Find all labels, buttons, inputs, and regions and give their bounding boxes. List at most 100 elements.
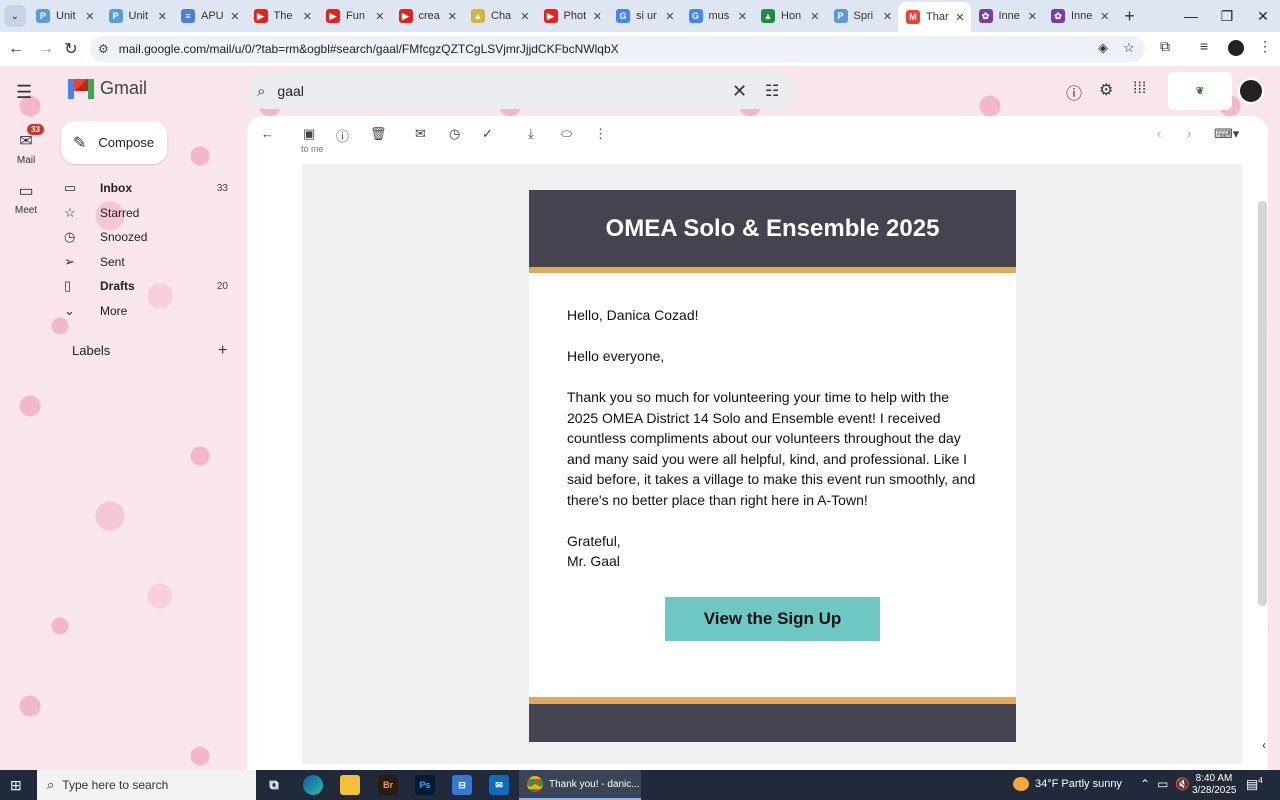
browser-tab[interactable]: M Thar ✕ xyxy=(898,2,971,32)
tab-close-icon[interactable]: ✕ xyxy=(158,10,167,23)
settings-gear-icon[interactable]: ⚙ xyxy=(1099,80,1113,100)
volume-muted-icon[interactable]: 🔇 xyxy=(1175,777,1190,791)
nav-item-starred[interactable]: ☆ Starred xyxy=(64,201,240,225)
browser-tab[interactable]: Gsi ur ✕ xyxy=(608,0,681,32)
notification-center-icon[interactable]: ▤4 xyxy=(1246,776,1263,792)
new-tab-button[interactable]: + xyxy=(1116,0,1144,32)
browser-tab[interactable]: ▶ The ✕ xyxy=(246,0,319,32)
tab-close-icon[interactable]: ✕ xyxy=(85,10,94,23)
view-sign-up-button[interactable]: View the Sign Up xyxy=(665,597,880,641)
clear-search-icon[interactable]: ✕ xyxy=(732,81,747,102)
tab-close-icon[interactable]: ✕ xyxy=(375,10,384,23)
tab-close-icon[interactable]: ✕ xyxy=(738,10,747,23)
browser-tab[interactable]: ▶ Phot ✕ xyxy=(536,0,609,32)
browser-tab[interactable]: ▶ Fun ✕ xyxy=(318,0,391,32)
nav-item-snoozed[interactable]: ◷ Snoozed xyxy=(64,225,240,249)
scrollbar-thumb[interactable] xyxy=(1258,201,1267,606)
file-explorer-icon[interactable] xyxy=(340,775,360,795)
tab-close-icon[interactable]: ✕ xyxy=(593,10,602,23)
task-view-icon[interactable]: ⧉ xyxy=(264,775,284,795)
site-info-icon[interactable]: ⚙ xyxy=(98,42,109,56)
tab-close-icon[interactable]: ✕ xyxy=(520,10,529,23)
taskbar-search[interactable]: ⌕ Type here to search xyxy=(37,770,256,800)
report-spam-icon[interactable]: ⓘ xyxy=(336,126,349,145)
bridge-icon[interactable]: Br xyxy=(378,775,398,795)
back-arrow-icon[interactable]: ← xyxy=(261,126,274,141)
address-bar[interactable]: ⚙ mail.google.com/mail/u/0/?tab=rm&ogbl#… xyxy=(90,36,1145,62)
system-clock[interactable]: 8:40 AM 3/28/2025 xyxy=(1192,773,1237,797)
tab-close-icon[interactable]: ✕ xyxy=(665,10,674,23)
more-options-icon[interactable]: ⋮ xyxy=(594,126,607,142)
newer-chevron-icon[interactable]: ‹ xyxy=(1157,126,1161,141)
windows-start-icon[interactable]: ⊞ xyxy=(10,777,22,794)
nav-item-more[interactable]: ⌄ More xyxy=(64,299,240,323)
search-input[interactable]: gaal xyxy=(277,83,303,99)
reload-button[interactable]: ↻ xyxy=(59,37,83,61)
browser-tab[interactable]: ▲ Hon ✕ xyxy=(753,0,826,32)
delete-icon[interactable]: 🗑 xyxy=(370,126,387,142)
photoshop-icon[interactable]: Ps xyxy=(415,775,435,795)
back-button[interactable]: ← xyxy=(4,37,28,61)
browser-tab[interactable]: P Unit ✕ xyxy=(28,0,101,32)
restore-button[interactable]: ❐ xyxy=(1210,0,1244,32)
store-icon[interactable]: ⊟ xyxy=(452,775,472,795)
nav-item-inbox[interactable]: ▭ Inbox 33 xyxy=(64,176,240,200)
tab-close-icon[interactable]: ✕ xyxy=(448,10,457,23)
tab-close-icon[interactable]: ✕ xyxy=(1100,10,1109,23)
mail-app-icon[interactable]: ✉ xyxy=(489,775,509,795)
weather-widget[interactable]: 34°F Partly sunny xyxy=(1013,777,1122,791)
forward-button[interactable]: → xyxy=(34,37,58,61)
tab-close-icon[interactable]: ✕ xyxy=(810,10,819,23)
taskbar-chrome-window[interactable]: Thank you! - danic... xyxy=(519,770,641,800)
side-panel-toggle-icon[interactable]: ‹ xyxy=(1262,738,1266,752)
media-control-icon[interactable]: ≡ xyxy=(1200,38,1208,54)
help-icon[interactable]: ⓘ xyxy=(1066,80,1082,104)
tab-close-icon[interactable]: ✕ xyxy=(955,11,964,24)
profile-icon[interactable] xyxy=(1228,40,1244,56)
rail-mail[interactable]: ✉ Mail xyxy=(0,131,52,166)
browser-tab[interactable]: ≡ APU ✕ xyxy=(173,0,246,32)
search-options-icon[interactable]: ☷ xyxy=(765,81,779,101)
tab-close-icon[interactable]: ✕ xyxy=(303,10,312,23)
archive-icon[interactable]: ▣ xyxy=(303,126,315,142)
browser-tab[interactable]: ✿ Inne ✕ xyxy=(971,0,1044,32)
browser-tab[interactable]: Gmus ✕ xyxy=(681,0,754,32)
add-label-icon[interactable]: + xyxy=(218,342,227,360)
tab-close-icon[interactable]: ✕ xyxy=(1028,10,1037,23)
minimize-button[interactable]: — xyxy=(1174,0,1208,32)
close-window-button[interactable]: ✕ xyxy=(1246,0,1280,32)
move-to-icon[interactable]: ⤓ xyxy=(528,126,534,142)
snooze-icon[interactable]: ◷ xyxy=(449,126,460,142)
add-task-icon[interactable]: ✓ xyxy=(482,126,493,142)
network-icon[interactable]: ▭ xyxy=(1157,777,1168,791)
tray-chevron-icon[interactable]: ⌃ xyxy=(1140,777,1150,791)
label-icon[interactable]: ⬭ xyxy=(561,126,572,142)
browser-tab[interactable]: P Spri ✕ xyxy=(826,0,899,32)
keyboard-input-icon[interactable]: ⌨▾ xyxy=(1214,126,1239,142)
older-chevron-icon[interactable]: › xyxy=(1187,126,1191,141)
kebab-menu-icon[interactable]: ⋮ xyxy=(1258,38,1272,55)
gmail-logo[interactable]: Gmail xyxy=(68,78,147,99)
edge-icon[interactable] xyxy=(303,775,323,795)
extensions-icon[interactable]: ⧉ xyxy=(1160,38,1170,55)
browser-tab[interactable]: ✿ Inne ✕ xyxy=(1043,0,1116,32)
browser-tab[interactable]: P Unit ✕ xyxy=(101,0,174,32)
nav-item-sent[interactable]: ➢ Sent xyxy=(64,250,240,274)
organization-logo[interactable]: ❦ xyxy=(1168,72,1232,110)
compose-button[interactable]: ✎ Compose xyxy=(61,121,167,164)
search-icon[interactable]: ⌕ xyxy=(257,83,265,100)
search-bar[interactable]: ⌕ gaal ✕ ☷ xyxy=(247,73,795,109)
account-avatar[interactable] xyxy=(1238,78,1264,104)
browser-tab[interactable]: ▶ crea ✕ xyxy=(391,0,464,32)
bookmark-star-icon[interactable]: ☆ xyxy=(1123,40,1135,56)
mark-unread-icon[interactable]: ✉ xyxy=(415,126,426,142)
tab-search-button[interactable]: ⌄ xyxy=(4,5,26,27)
tab-close-icon[interactable]: ✕ xyxy=(230,10,239,23)
apps-grid-icon[interactable]: ⁞⁞⁞ xyxy=(1133,80,1146,98)
nav-item-drafts[interactable]: ▯ Drafts 20 xyxy=(64,274,240,298)
tab-close-icon[interactable]: ✕ xyxy=(883,10,892,23)
rail-meet[interactable]: ▭ Meet xyxy=(0,181,52,216)
main-menu-icon[interactable]: ☰ xyxy=(16,82,32,103)
eye-icon[interactable]: ◈ xyxy=(1098,40,1108,56)
browser-tab[interactable]: ▲ Cha ✕ xyxy=(463,0,536,32)
